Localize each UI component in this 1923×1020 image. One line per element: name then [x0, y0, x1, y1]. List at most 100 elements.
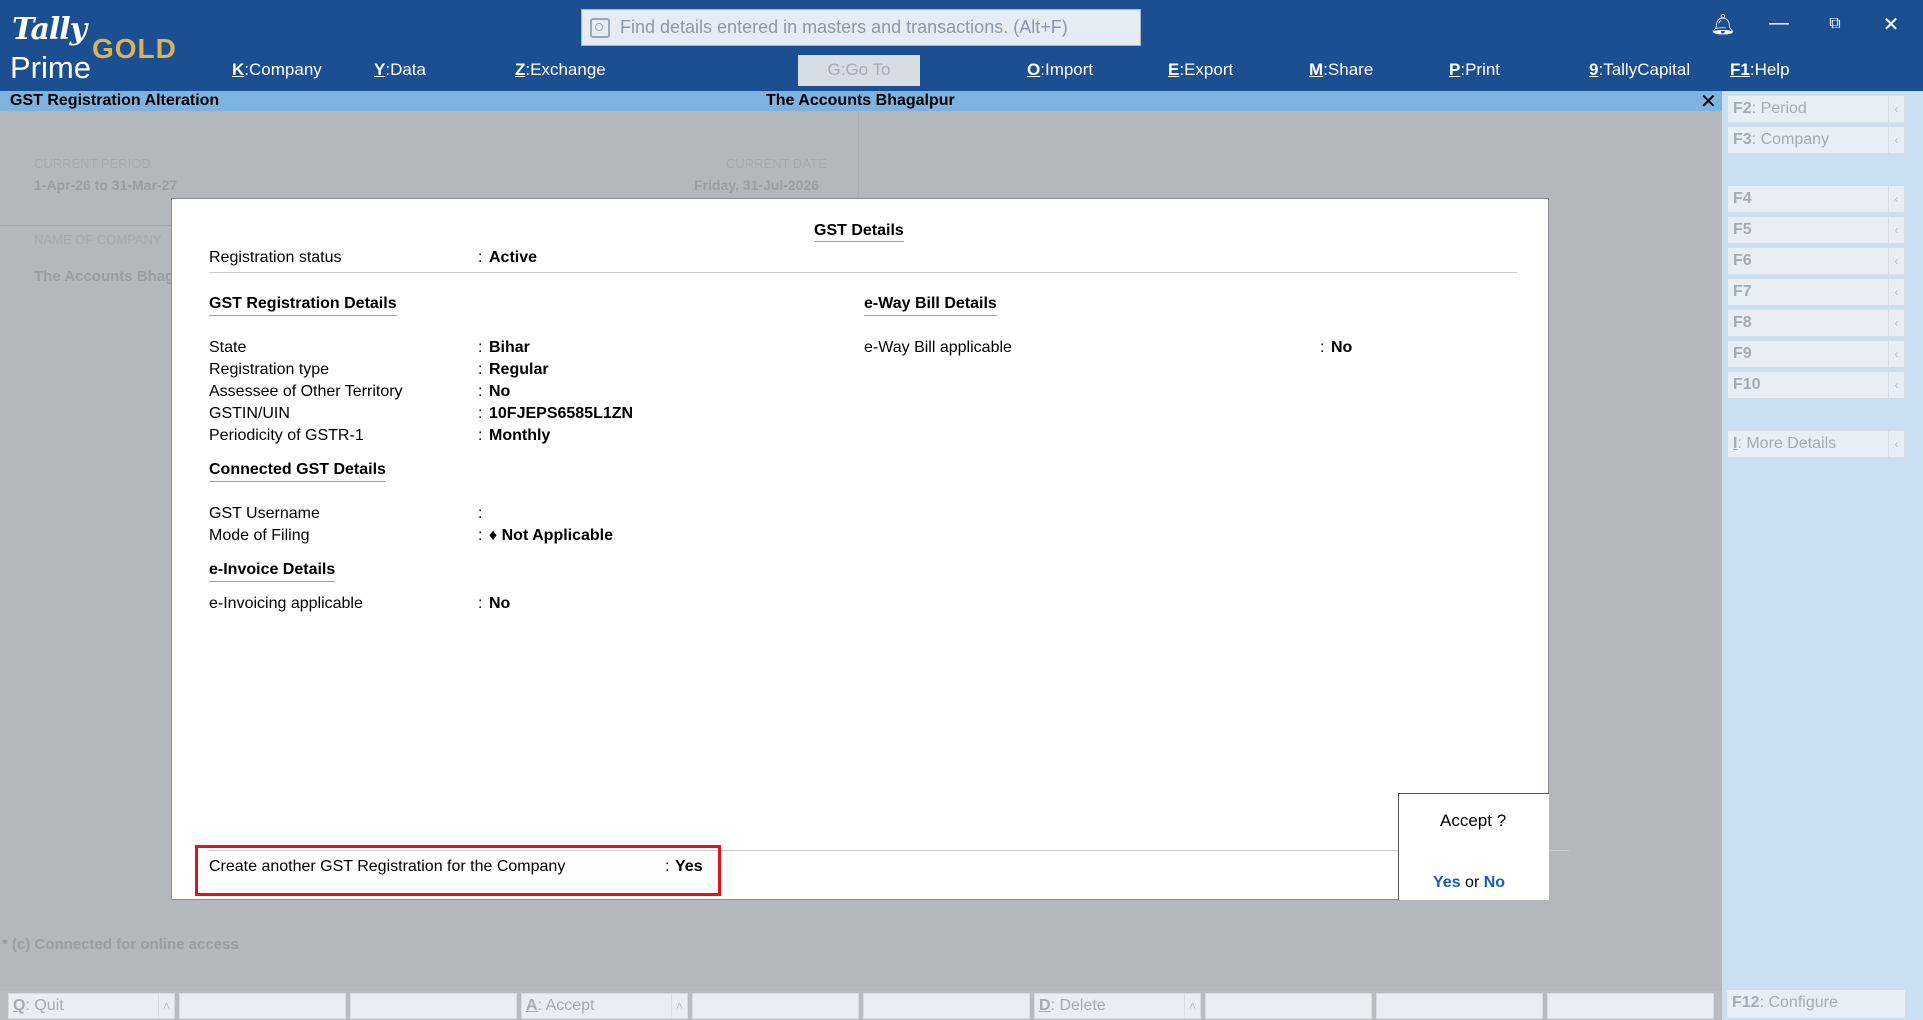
gst-details-dialog: GST Details Registration status : Active…	[171, 198, 1569, 900]
chevron-left-icon: ‹	[1888, 248, 1904, 274]
colon: :	[478, 427, 483, 444]
company-title: The Accounts Bhagalpur	[766, 92, 955, 109]
notification-bell-icon[interactable]: 🔔︎	[1708, 12, 1738, 37]
chevron-left-icon: ‹	[1888, 431, 1904, 457]
menu-goto[interactable]: G:Go To	[798, 55, 920, 86]
menu-import[interactable]: O:Import	[1027, 60, 1093, 80]
einvoice-header: e-Invoice Details	[209, 561, 336, 582]
f6-button[interactable]: F6 ‹	[1727, 247, 1905, 275]
menu-help[interactable]: F1:Help	[1730, 60, 1790, 80]
current-period-value: 1-Apr-26 to 31-Mar-27	[34, 177, 178, 193]
search-placeholder: Find details entered in masters and tran…	[620, 17, 1068, 37]
menu-export[interactable]: E:Export	[1168, 60, 1233, 80]
empty-button-slot	[1547, 993, 1714, 1019]
screen-title-bar: GST Registration Alteration The Accounts…	[0, 91, 1722, 113]
screen-title: GST Registration Alteration	[10, 92, 220, 109]
accept-options: Yes or No	[1433, 874, 1505, 892]
accept-button[interactable]: A: Accept ˄	[521, 993, 688, 1019]
accept-no-button[interactable]: No	[1484, 874, 1505, 891]
chevron-up-icon: ˄	[671, 994, 687, 1018]
f12-configure-button[interactable]: F12: Configure	[1727, 990, 1905, 1018]
empty-button-slot	[863, 993, 1030, 1019]
state-field[interactable]: Bihar	[489, 339, 530, 357]
einvoicing-label: e-Invoicing applicable	[209, 595, 363, 612]
chevron-left-icon: ‹	[1888, 341, 1904, 367]
empty-button-slot	[692, 993, 859, 1019]
bottom-button-bar: Q: Quit ˄ A: Accept ˄ D: Delete ˄	[0, 991, 1722, 1020]
menu-bar: K:Company Y:Data Z:Exchange G:Go To O:Im…	[0, 55, 1923, 86]
empty-button-slot	[350, 993, 517, 1019]
quit-button[interactable]: Q: Quit ˄	[8, 993, 175, 1019]
gstin-label: GSTIN/UIN	[209, 405, 290, 422]
f2-period-button[interactable]: F2: Period ‹	[1727, 95, 1905, 123]
menu-company[interactable]: K:Company	[232, 60, 322, 80]
chevron-up-icon: ˄	[1184, 994, 1200, 1018]
f8-button[interactable]: F8 ‹	[1727, 309, 1905, 337]
f10-button[interactable]: F10 ‹	[1727, 371, 1905, 399]
dialog-title: GST Details	[814, 222, 904, 242]
chevron-left-icon: ‹	[1888, 217, 1904, 243]
colon: :	[478, 339, 483, 356]
accept-prompt: Accept ? Yes or No	[1398, 793, 1549, 900]
close-window-icon[interactable]: ✕	[1876, 12, 1906, 37]
colon: :	[665, 858, 670, 875]
f7-button[interactable]: F7 ‹	[1727, 278, 1905, 306]
gst-registration-header: GST Registration Details	[209, 295, 397, 316]
f3-company-button[interactable]: F3: Company ‹	[1727, 126, 1905, 154]
colon: :	[478, 405, 483, 422]
periodicity-field[interactable]: Monthly	[489, 427, 550, 445]
connected-gst-header: Connected GST Details	[209, 461, 386, 482]
more-details-button[interactable]: I: More Details ‹	[1727, 430, 1905, 458]
menu-share[interactable]: M:Share	[1309, 60, 1373, 80]
assessee-field[interactable]: No	[489, 383, 510, 401]
search-bar[interactable]: Find details entered in masters and tran…	[581, 9, 1141, 46]
divider	[858, 111, 859, 201]
registration-type-field[interactable]: Regular	[489, 361, 549, 379]
chevron-left-icon: ‹	[1888, 310, 1904, 336]
empty-button-slot	[179, 993, 346, 1019]
state-label: State	[209, 339, 247, 356]
colon: :	[478, 505, 483, 522]
eway-bill-label: e-Way Bill applicable	[864, 339, 1012, 356]
company-name-label: NAME OF COMPANY	[34, 232, 162, 247]
menu-exchange[interactable]: Z:Exchange	[515, 60, 606, 80]
registration-status-field[interactable]: Active	[489, 249, 537, 267]
eway-bill-header: e-Way Bill Details	[864, 295, 997, 316]
chevron-left-icon: ‹	[1888, 96, 1904, 122]
f4-button[interactable]: F4 ‹	[1727, 185, 1905, 213]
chevron-up-icon: ˄	[158, 994, 174, 1018]
menu-data[interactable]: Y:Data	[374, 60, 426, 80]
accept-yes-button[interactable]: Yes	[1433, 874, 1461, 891]
chevron-left-icon: ‹	[1888, 279, 1904, 305]
divider	[0, 225, 171, 226]
eway-bill-field[interactable]: No	[1331, 339, 1352, 357]
accept-question: Accept ?	[1440, 811, 1507, 830]
chevron-left-icon: ‹	[1888, 186, 1904, 212]
chevron-left-icon: ‹	[1888, 372, 1904, 398]
chevron-left-icon: ‹	[1888, 127, 1904, 153]
menu-print[interactable]: P:Print	[1449, 60, 1500, 80]
f9-button[interactable]: F9 ‹	[1727, 340, 1905, 368]
gst-username-label: GST Username	[209, 505, 320, 522]
create-another-field[interactable]: Yes	[675, 858, 703, 876]
minimize-icon[interactable]: —	[1764, 12, 1794, 35]
top-bar: Tally Prime GOLD Find details entered in…	[0, 0, 1923, 91]
delete-button[interactable]: D: Delete ˄	[1034, 993, 1201, 1019]
colon: :	[478, 249, 483, 266]
f5-button[interactable]: F5 ‹	[1727, 216, 1905, 244]
colon: :	[478, 595, 483, 612]
restore-icon[interactable]: ⧉	[1820, 15, 1850, 33]
colon: :	[478, 361, 483, 378]
search-icon	[590, 17, 610, 38]
periodicity-label: Periodicity of GSTR-1	[209, 427, 364, 444]
gstin-field[interactable]: 10FJEPS6585L1ZN	[489, 405, 633, 423]
mode-of-filing-field[interactable]: ♦ Not Applicable	[489, 527, 613, 545]
online-status: * (c) Connected for online access	[2, 936, 239, 953]
colon: :	[478, 383, 483, 400]
empty-button-slot	[1205, 993, 1372, 1019]
assessee-label: Assessee of Other Territory	[209, 383, 403, 400]
current-period-label: CURRENT PERIOD	[34, 156, 151, 171]
menu-tallycapital[interactable]: 9:TallyCapital	[1589, 60, 1690, 80]
einvoicing-field[interactable]: No	[489, 595, 510, 613]
company-name-value: The Accounts Bhag	[34, 268, 175, 285]
